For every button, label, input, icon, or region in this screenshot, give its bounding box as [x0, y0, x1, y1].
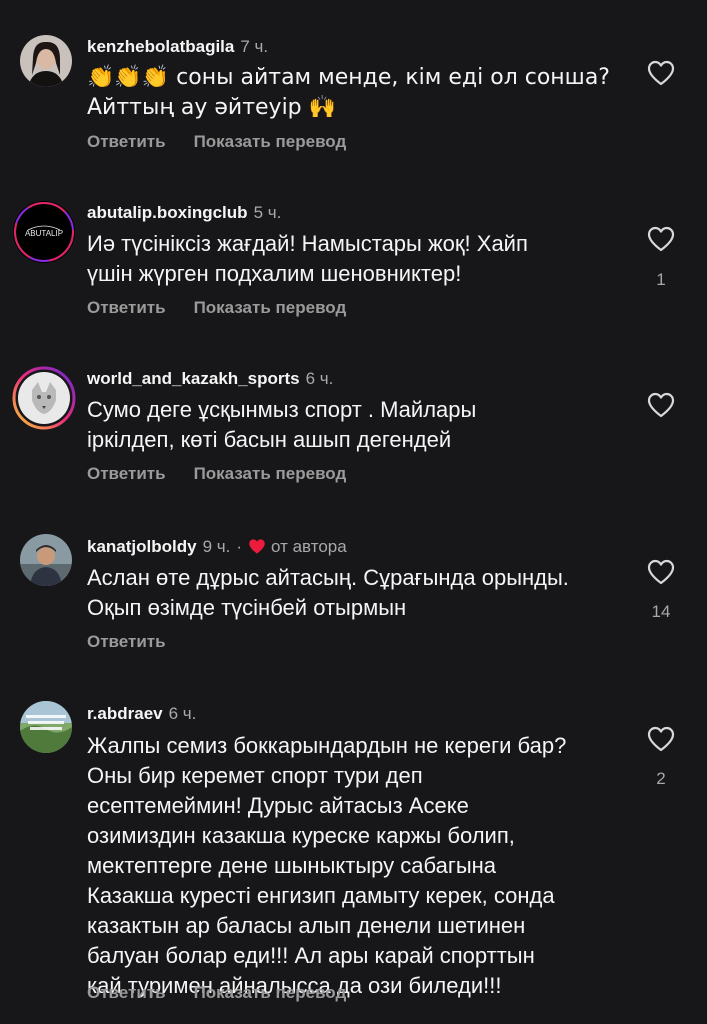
reply-button[interactable]: Ответить [87, 464, 166, 483]
comment-text: 👏👏👏 соны айтам менде, кім еді ол сонша? … [87, 63, 627, 123]
comment-meta: r.abdraev 6 ч. [87, 704, 196, 724]
comment-actions: Ответить Показать перевод [87, 983, 346, 1003]
timestamp: 6 ч. [168, 704, 197, 723]
avatar[interactable] [20, 534, 72, 586]
like-heart-icon[interactable] [647, 226, 675, 252]
separator-dot: · [236, 537, 243, 556]
comment-meta: world_and_kazakh_sports 6 ч. [87, 369, 333, 389]
username[interactable]: r.abdraev [87, 704, 163, 723]
like-count: 14 [651, 602, 671, 621]
comment-line: Оқып өзімде түсінбей отырмын [87, 595, 407, 620]
avatar[interactable] [20, 701, 72, 753]
comment-meta: kenzhebolatbagila 7 ч. [87, 37, 268, 57]
comment-meta: abutalip.boxingclub 5 ч. [87, 203, 281, 223]
like-count: 2 [656, 769, 666, 788]
comment-line: Сумо деге ұсқынмыз спорт . Майлары [87, 397, 477, 422]
like-heart-icon[interactable] [647, 392, 675, 418]
avatar-label: ABUTALIP [25, 229, 63, 238]
reply-button[interactable]: Ответить [87, 632, 166, 651]
username[interactable]: abutalip.boxingclub [87, 203, 248, 222]
username[interactable]: world_and_kazakh_sports [87, 369, 300, 388]
comment-line: Жалпы семиз боккарындардын не кереги бар… [87, 733, 567, 758]
username[interactable]: kenzhebolatbagila [87, 37, 234, 56]
comment-line: Иә түсініксіз жағдай! Намыстары жоқ! Хай… [87, 231, 528, 256]
avatar[interactable] [12, 366, 76, 430]
reply-button[interactable]: Ответить [87, 983, 166, 1002]
comment-actions: Ответить Показать перевод [87, 132, 346, 152]
comment-text: Иә түсініксіз жағдай! Намыстары жоқ! Хай… [87, 229, 627, 289]
comment-line: Айттың ау әйтеуір 🙌 [87, 95, 337, 120]
like-heart-icon[interactable] [647, 726, 675, 752]
like-heart-icon[interactable] [647, 60, 675, 86]
reply-button[interactable]: Ответить [87, 132, 166, 151]
avatar[interactable] [20, 35, 72, 87]
comment-text: Аслан өте дұрыс айтасың. Сұрағында орынд… [87, 563, 627, 623]
show-translation-button[interactable]: Показать перевод [194, 132, 347, 151]
show-translation-button[interactable]: Показать перевод [194, 298, 347, 317]
avatar[interactable]: ABUTALIP [12, 200, 76, 264]
comment-actions: Ответить Показать перевод [87, 464, 346, 484]
comment-line: балуан болар еди!!! Ал ары карай спортты… [87, 943, 535, 968]
author-label: от автора [271, 537, 347, 556]
timestamp: 9 ч. [202, 537, 231, 556]
reply-button[interactable]: Ответить [87, 298, 166, 317]
comment-text: Сумо деге ұсқынмыз спорт . Майлары іркіл… [87, 395, 627, 455]
comment-line: Казакша куресті енгизип дамыту керек, со… [87, 883, 555, 908]
username[interactable]: kanatjolboldy [87, 537, 197, 556]
timestamp: 5 ч. [253, 203, 282, 222]
comment-line: мектептерге дене шыныктыру сабагына [87, 853, 497, 878]
comment-line: Аслан өте дұрыс айтасың. Сұрағында орынд… [87, 565, 569, 590]
like-count: 1 [656, 270, 666, 289]
creator-heart-icon [248, 538, 266, 560]
timestamp: 6 ч. [305, 369, 334, 388]
comment-line: казактын ар баласы алып денели шетинен [87, 913, 526, 938]
comment-line: үшін жүрген подхалим шеновниктер! [87, 261, 462, 286]
timestamp: 7 ч. [240, 37, 269, 56]
comment-line: озимиздин казакша куреске каржы болип, [87, 823, 515, 848]
comment-line: 👏👏👏 соны айтам менде, кім еді ол сонша? [87, 65, 610, 90]
comment-text: Жалпы семиз боккарындардын не кереги бар… [87, 731, 627, 1001]
comment-line: Оны бир керемет спорт тури деп [87, 763, 423, 788]
comment-meta: kanatjolboldy 9 ч. · от автора [87, 537, 347, 560]
comment-actions: Ответить Показать перевод [87, 298, 346, 318]
comment-line: есептемеймин! Дурыс айтасыз Асеке [87, 793, 469, 818]
comment-actions: Ответить [87, 632, 166, 652]
show-translation-button[interactable]: Показать перевод [194, 464, 347, 483]
like-heart-icon[interactable] [647, 559, 675, 585]
comment-line: іркілдеп, көті басын ашып дегендей [87, 427, 452, 452]
show-translation-button[interactable]: Показать перевод [194, 983, 347, 1002]
